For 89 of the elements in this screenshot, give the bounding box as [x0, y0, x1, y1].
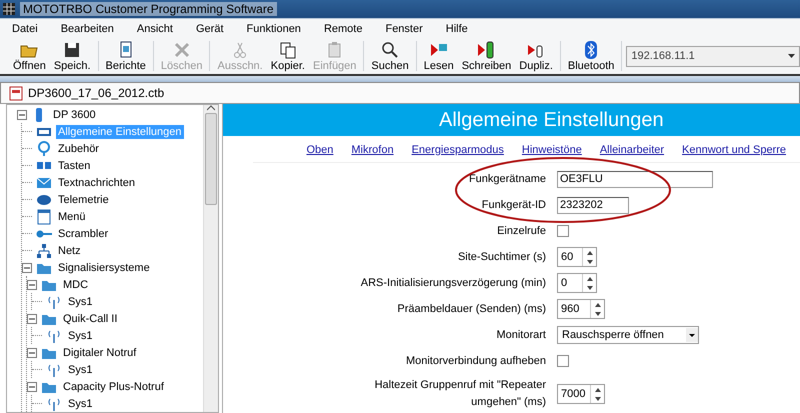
toolbar-button[interactable]: Suchen: [367, 40, 413, 72]
minus-icon: [24, 264, 30, 270]
field-label: Site-Suchtimer (s): [458, 250, 546, 264]
up-arrow-icon[interactable]: [594, 302, 600, 306]
address-dropdown[interactable]: 192.168.11.1: [626, 46, 800, 66]
minus-icon: [29, 350, 35, 356]
section-link[interactable]: Hinweistöne: [522, 144, 582, 156]
spin-field[interactable]: 7000: [557, 384, 605, 404]
toolbar-button[interactable]: Lesen: [420, 40, 458, 72]
panel-title: Allgemeine Einstellungen: [223, 104, 800, 136]
tree-item[interactable]: Digitaler Notruf: [61, 346, 138, 360]
toolbar-button[interactable]: Berichte: [102, 40, 150, 72]
field-label: Präambeldauer (Senden) (ms): [397, 302, 546, 316]
tree-item[interactable]: MDC: [61, 278, 90, 292]
menu-item[interactable]: Fenster: [373, 22, 434, 34]
tree-item[interactable]: DP 3600: [51, 108, 98, 122]
menu-item[interactable]: Bearbeiten: [48, 22, 125, 34]
field-label: Funkgerätname: [468, 172, 546, 186]
toolbar-button[interactable]: Kopier.: [266, 40, 309, 72]
down-arrow-icon[interactable]: [594, 312, 600, 316]
tree-item[interactable]: Scrambler: [56, 226, 110, 240]
menu-item[interactable]: Gerät: [184, 22, 234, 34]
down-arrow-icon[interactable]: [586, 260, 592, 264]
up-arrow-icon[interactable]: [594, 388, 600, 392]
expand-toggle[interactable]: [27, 314, 37, 324]
tree-item[interactable]: Tasten: [56, 158, 92, 172]
section-link[interactable]: Alleinarbeiter: [600, 144, 664, 156]
menu-item[interactable]: Remote: [312, 22, 374, 34]
accessory-icon: [36, 140, 52, 156]
tree-item[interactable]: Quik-Call II: [61, 312, 120, 326]
tree-item[interactable]: Zubehör: [56, 142, 101, 156]
section-link[interactable]: Energiesparmodus: [412, 144, 504, 156]
minus-icon: [19, 112, 25, 118]
text-field[interactable]: 2323202: [557, 196, 629, 214]
menu-item[interactable]: Funktionen: [234, 22, 312, 34]
down-arrow-icon[interactable]: [594, 396, 600, 400]
document-title: DP3600_17_06_2012.ctb: [28, 86, 164, 100]
dropdown[interactable]: Rauschsperre öffnen: [557, 326, 699, 344]
field-label: Monitorverbindung aufheben: [406, 354, 546, 368]
expand-toggle[interactable]: [17, 110, 27, 120]
field-label: ARS-Initialisierungsverzögerung (min): [360, 276, 546, 290]
scroll-up-icon[interactable]: [207, 105, 215, 111]
tree-item[interactable]: Capacity Plus-Notruf: [61, 380, 166, 394]
toolbar-button[interactable]: Öffnen: [9, 40, 50, 72]
field-label: Einzelrufe: [497, 224, 546, 238]
tree-item[interactable]: Sys1: [66, 294, 94, 308]
checkbox[interactable]: [557, 225, 569, 237]
text-field[interactable]: OE3FLU: [557, 170, 713, 188]
toolbar-button[interactable]: Speich.: [50, 40, 95, 72]
tree-item[interactable]: Telemetrie: [56, 192, 111, 206]
field-label: Monitorart: [496, 328, 546, 342]
minus-icon: [29, 282, 35, 288]
document-icon: [9, 86, 23, 100]
tree-item[interactable]: Menü: [56, 210, 88, 224]
minus-icon: [29, 384, 35, 390]
toolbar-button[interactable]: Dupliz.: [515, 40, 557, 72]
field-label: Funkgerät-ID: [482, 198, 546, 212]
tree-item[interactable]: Signalisiersysteme: [56, 260, 152, 274]
toolbar-button[interactable]: Schreiben: [458, 40, 516, 72]
tree-item[interactable]: Sys1: [66, 362, 94, 376]
field-label: Haltezeit Gruppenruf mit "Repeater umgehen" (ms): [374, 378, 546, 410]
menu-item[interactable]: Ansicht: [124, 22, 184, 34]
window-title: MOTOTRBO Customer Programming Software: [20, 2, 277, 16]
menu-item[interactable]: Hilfe: [434, 22, 479, 34]
section-link[interactable]: Mikrofon: [351, 144, 394, 156]
tree-item[interactable]: Netz: [56, 244, 83, 258]
tree-item[interactable]: Sys1: [66, 328, 94, 342]
up-arrow-icon[interactable]: [586, 250, 592, 254]
scrollbar-thumb[interactable]: [205, 113, 217, 205]
checkbox[interactable]: [557, 355, 569, 367]
dropdown-arrow-icon: [788, 54, 795, 58]
spin-field[interactable]: 960: [557, 299, 605, 319]
minus-icon: [29, 316, 35, 322]
section-link[interactable]: Oben: [306, 144, 334, 156]
expand-toggle[interactable]: [27, 382, 37, 392]
toolbar-button[interactable]: Bluetooth: [564, 40, 618, 72]
spin-field[interactable]: 0: [557, 273, 597, 293]
section-link[interactable]: Kennwort und Sperre: [682, 144, 786, 156]
down-arrow-icon[interactable]: [586, 286, 592, 290]
menu-item[interactable]: Datei: [0, 22, 49, 34]
expand-toggle[interactable]: [27, 280, 37, 290]
grid-icon: [3, 3, 15, 15]
tree-item[interactable]: Sys1: [66, 396, 94, 410]
up-arrow-icon[interactable]: [586, 276, 592, 280]
spin-field[interactable]: 60: [557, 247, 597, 267]
expand-toggle[interactable]: [22, 262, 32, 272]
expand-toggle[interactable]: [27, 348, 37, 358]
tree-item[interactable]: Textnachrichten: [56, 176, 138, 190]
network-icon: [36, 242, 52, 258]
